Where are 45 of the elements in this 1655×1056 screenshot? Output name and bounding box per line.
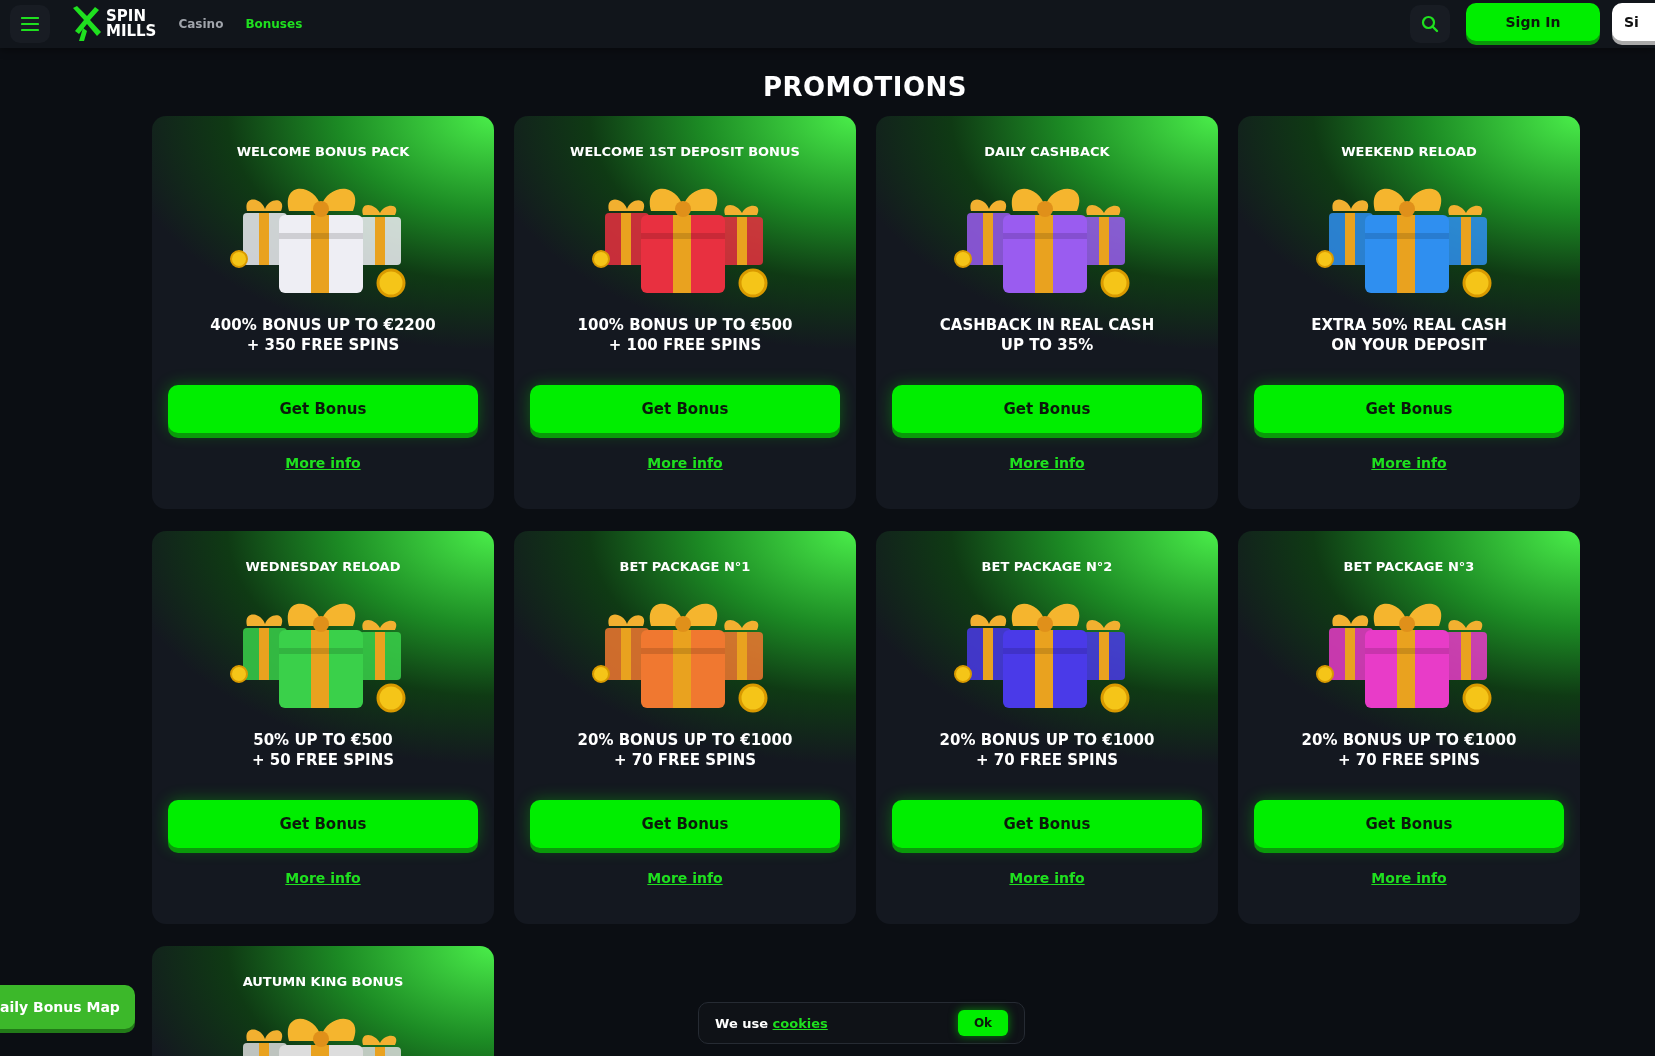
more-info-link[interactable]: More info bbox=[285, 455, 361, 471]
menu-icon bbox=[21, 17, 39, 31]
offer-text: 20% BONUS UP TO €1000 bbox=[939, 730, 1155, 750]
search-icon bbox=[1421, 15, 1439, 33]
card-title: WEEKEND RELOAD bbox=[1341, 144, 1477, 159]
offer-text: + 50 FREE SPINS bbox=[251, 750, 395, 770]
offer-text: UP TO 35% bbox=[999, 335, 1095, 355]
more-info-link[interactable]: More info bbox=[285, 870, 361, 886]
offer-text: ON YOUR DEPOSIT bbox=[1330, 335, 1488, 355]
cookie-notice: We use cookies bbox=[715, 1015, 828, 1031]
offer-text: + 100 FREE SPINS bbox=[607, 335, 763, 355]
more-info-link[interactable]: More info bbox=[647, 870, 723, 886]
more-info-link[interactable]: More info bbox=[1371, 870, 1447, 886]
more-info-link[interactable]: More info bbox=[1009, 455, 1085, 471]
more-info-link[interactable]: More info bbox=[1009, 870, 1085, 886]
offer-text: 50% UP TO €500 bbox=[252, 730, 394, 750]
offer-text: + 350 FREE SPINS bbox=[245, 335, 401, 355]
offer-text: 100% BONUS UP TO €500 bbox=[577, 315, 793, 335]
nav-link[interactable]: Bonuses bbox=[245, 17, 303, 31]
cookies-link[interactable]: cookies bbox=[772, 1015, 828, 1031]
offer-text: + 70 FREE SPINS bbox=[1336, 750, 1482, 770]
card-title: BET PACKAGE N°3 bbox=[1343, 559, 1475, 574]
offer-text: 20% BONUS UP TO €1000 bbox=[577, 730, 793, 750]
nav-link[interactable]: Casino bbox=[178, 17, 224, 31]
card-title: WEDNESDAY RELOAD bbox=[245, 559, 401, 574]
card-title: WELCOME BONUS PACK bbox=[236, 144, 410, 159]
offer-text: CASHBACK IN REAL CASH bbox=[939, 315, 1155, 335]
more-info-link[interactable]: More info bbox=[1371, 455, 1447, 471]
card-title: BET PACKAGE N°1 bbox=[619, 559, 751, 574]
offer-text: EXTRA 50% REAL CASH bbox=[1311, 315, 1507, 335]
offer-text: 20% BONUS UP TO €1000 bbox=[1301, 730, 1517, 750]
offer-text: 400% BONUS UP TO €2200 bbox=[210, 315, 436, 335]
card-title: WELCOME 1ST DEPOSIT BONUS bbox=[570, 144, 800, 159]
card-title: DAILY CASHBACK bbox=[984, 144, 1110, 159]
ok-button[interactable]: Ok bbox=[958, 1010, 1008, 1036]
page-title: PROMOTIONS bbox=[761, 72, 969, 102]
menu-button[interactable] bbox=[10, 5, 50, 43]
offer-text: + 70 FREE SPINS bbox=[974, 750, 1120, 770]
logo[interactable]: SPIN MILLS bbox=[70, 6, 157, 42]
windmill-icon bbox=[70, 6, 104, 42]
card-title: AUTUMN KING BONUS bbox=[242, 974, 404, 989]
search-button[interactable] bbox=[1410, 5, 1450, 43]
card-title: BET PACKAGE N°2 bbox=[981, 559, 1113, 574]
more-info-link[interactable]: More info bbox=[647, 455, 723, 471]
offer-text: + 70 FREE SPINS bbox=[612, 750, 758, 770]
